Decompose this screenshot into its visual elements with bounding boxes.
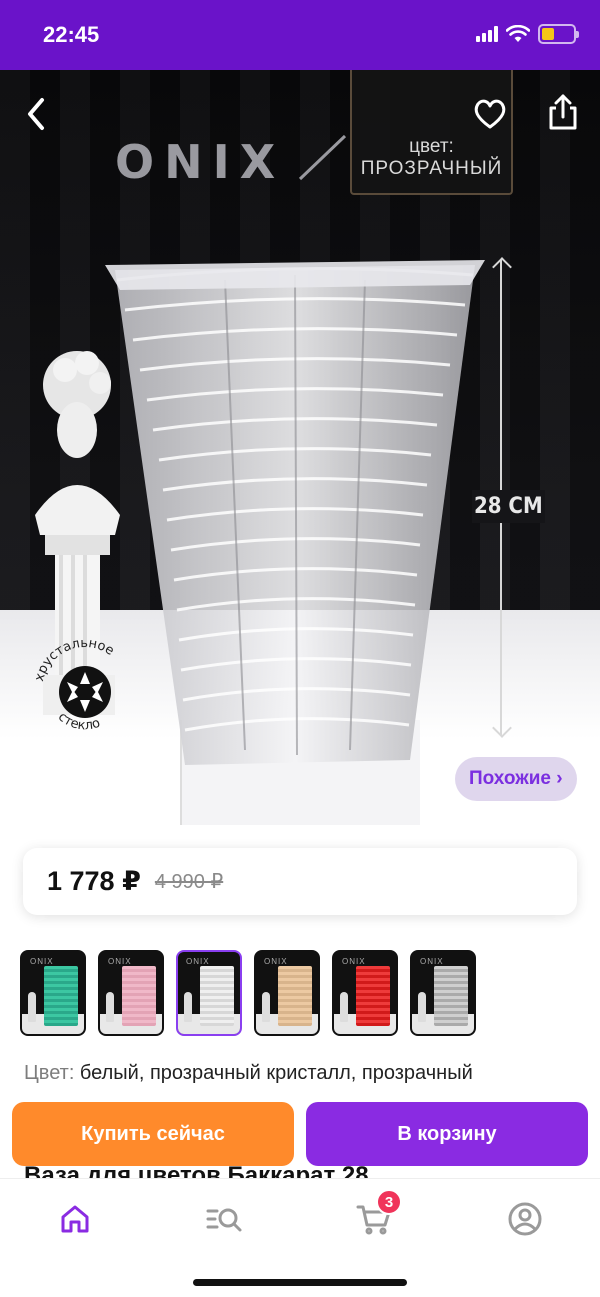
color-variant-thumb[interactable]: ONIX bbox=[332, 950, 398, 1036]
thumb-bust bbox=[184, 992, 192, 1022]
wifi-icon bbox=[506, 25, 530, 42]
crystal-vase bbox=[105, 260, 485, 765]
tab-home[interactable] bbox=[53, 1197, 97, 1241]
product-image-gallery[interactable]: ONIX цвет: ПРОЗРАЧНЫЙ 28 CM хрустальное … bbox=[0, 70, 600, 825]
thumb-brand: ONIX bbox=[108, 957, 132, 966]
battery-icon bbox=[538, 24, 579, 44]
home-icon bbox=[61, 1205, 89, 1233]
thumb-bust bbox=[418, 992, 426, 1022]
color-tag-value: ПРОЗРАЧНЫЙ bbox=[360, 158, 503, 179]
similar-products-button[interactable]: Похожие › bbox=[455, 757, 577, 801]
catalog-search-icon bbox=[206, 1208, 242, 1232]
thumb-vase bbox=[122, 966, 156, 1026]
thumb-bust bbox=[106, 992, 114, 1022]
status-time: 22:45 bbox=[43, 22, 100, 47]
tab-catalog[interactable] bbox=[202, 1197, 246, 1241]
home-indicator bbox=[193, 1279, 407, 1286]
color-info-key: Цвет: bbox=[24, 1062, 75, 1084]
thumb-brand: ONIX bbox=[342, 957, 366, 966]
share-icon bbox=[549, 94, 577, 130]
thumb-vase bbox=[356, 966, 390, 1026]
thumb-bust bbox=[340, 992, 348, 1022]
color-variant-thumb[interactable]: ONIX bbox=[254, 950, 320, 1036]
current-price: 1 778 ₽ bbox=[47, 866, 141, 896]
color-tag-label: цвет: bbox=[409, 136, 454, 157]
thumb-brand: ONIX bbox=[420, 957, 444, 966]
share-button[interactable] bbox=[541, 90, 585, 134]
brand-logo: ONIX bbox=[115, 135, 286, 189]
crystal-glass-badge: хрустальное стекло bbox=[32, 636, 116, 734]
thumb-bust bbox=[262, 992, 270, 1022]
favorite-button[interactable] bbox=[468, 92, 512, 136]
thumb-brand: ONIX bbox=[186, 957, 210, 966]
color-variants: ONIX ONIX ONIX ONIX ONIX ONIX bbox=[20, 950, 476, 1036]
color-variant-thumb[interactable]: ONIX bbox=[98, 950, 164, 1036]
thumb-brand: ONIX bbox=[30, 957, 54, 966]
color-info: Цвет: белый, прозрачный кристалл, прозра… bbox=[24, 1062, 473, 1085]
status-bar: 22:45 bbox=[0, 0, 600, 70]
chevron-left-icon bbox=[28, 98, 44, 130]
buy-now-button[interactable]: Купить сейчас bbox=[12, 1102, 294, 1166]
thumb-vase bbox=[278, 966, 312, 1026]
thumb-vase bbox=[200, 966, 234, 1026]
thumb-vase bbox=[44, 966, 78, 1026]
thumb-brand: ONIX bbox=[264, 957, 288, 966]
dimension-label: 28 CM bbox=[472, 490, 545, 523]
color-variant-thumb[interactable]: ONIX bbox=[410, 950, 476, 1036]
tab-profile[interactable] bbox=[503, 1197, 547, 1241]
price-card: 1 778 ₽ 4 990 ₽ bbox=[23, 848, 577, 915]
color-variant-thumb[interactable]: ONIX bbox=[176, 950, 242, 1036]
back-button[interactable] bbox=[14, 92, 58, 136]
color-variant-thumb[interactable]: ONIX bbox=[20, 950, 86, 1036]
old-price: 4 990 ₽ bbox=[154, 871, 224, 893]
profile-icon bbox=[508, 1202, 542, 1236]
signal-icon bbox=[476, 26, 498, 42]
thumb-vase bbox=[434, 966, 468, 1026]
status-icons bbox=[476, 24, 579, 44]
add-to-cart-button[interactable]: В корзину bbox=[306, 1102, 588, 1166]
thumb-bust bbox=[28, 992, 36, 1022]
color-info-value: белый, прозрачный кристалл, прозрачный bbox=[74, 1062, 473, 1084]
heart-icon bbox=[474, 99, 506, 129]
cart-count-badge: 3 bbox=[376, 1189, 402, 1215]
